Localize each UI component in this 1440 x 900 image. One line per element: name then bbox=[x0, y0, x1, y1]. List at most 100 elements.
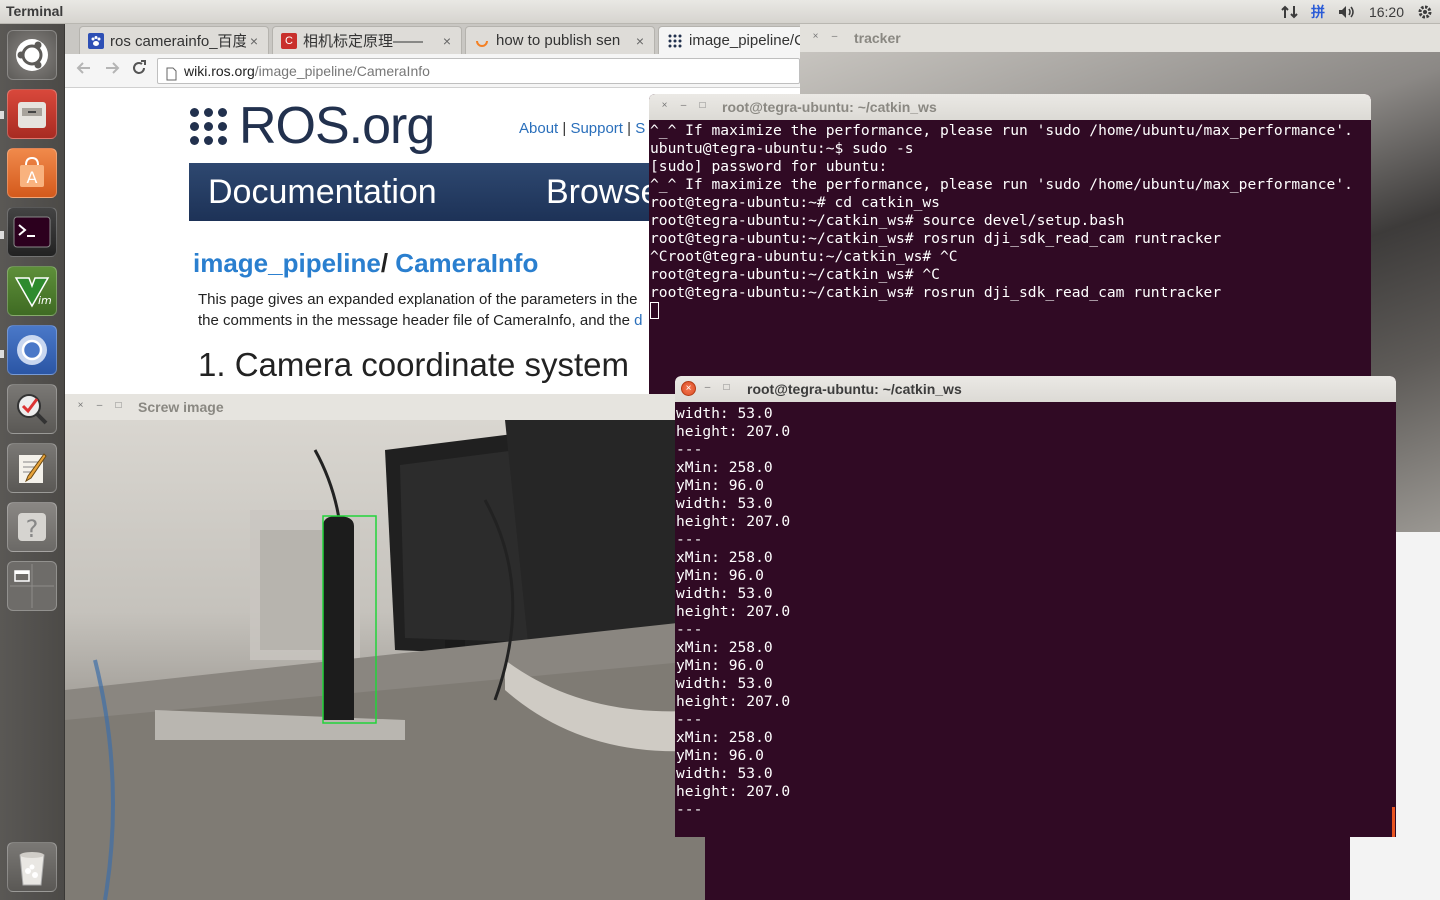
terminal-line: root@tegra-ubuntu:~/catkin_ws# ^C bbox=[650, 266, 940, 283]
close-icon[interactable]: × bbox=[681, 381, 696, 396]
minimize-icon[interactable]: – bbox=[92, 399, 107, 414]
terminal-titlebar[interactable]: × – □ root@tegra-ubuntu: ~/catkin_ws bbox=[649, 94, 1371, 120]
link-separator: | bbox=[622, 120, 636, 137]
tab-strip: ros camerainfo_百度 × C 相机标定原理—— × how to … bbox=[65, 24, 800, 54]
page-info-icon[interactable] bbox=[166, 64, 177, 88]
terminal-line: xMin: 258.0 bbox=[676, 729, 773, 746]
dash-home-button[interactable] bbox=[7, 30, 57, 80]
nav-documentation[interactable]: Documentation bbox=[208, 173, 437, 212]
camera-scene bbox=[65, 420, 705, 900]
reload-icon[interactable] bbox=[128, 60, 150, 82]
running-indicator bbox=[0, 350, 4, 358]
terminal-line: root@tegra-ubuntu:~/catkin_ws# rosrun dj… bbox=[650, 284, 1222, 301]
about-link[interactable]: About bbox=[519, 120, 558, 137]
forward-arrow-icon[interactable] bbox=[101, 60, 123, 82]
terminal-launcher-button[interactable] bbox=[7, 207, 57, 257]
url-host: wiki.ros.org bbox=[184, 63, 255, 79]
ros-logo[interactable]: ROS.org bbox=[190, 97, 435, 155]
support-link[interactable]: Support bbox=[570, 120, 623, 137]
trash-icon bbox=[14, 847, 50, 887]
nav-browse[interactable]: Browse bbox=[546, 173, 659, 212]
workspace-switcher-button[interactable] bbox=[7, 561, 57, 611]
title-link-camerainfo[interactable]: CameraInfo bbox=[395, 248, 538, 278]
terminal-line: --- bbox=[676, 711, 703, 728]
close-icon[interactable]: × bbox=[657, 99, 672, 114]
terminal-line: width: 53.0 bbox=[676, 675, 773, 692]
gear-icon[interactable] bbox=[1416, 3, 1434, 21]
terminal-line: [sudo] password for ubuntu: bbox=[650, 158, 888, 175]
software-center-button[interactable]: A bbox=[7, 148, 57, 198]
terminal-line: root@tegra-ubuntu:~/catkin_ws# rosrun dj… bbox=[650, 230, 1222, 247]
close-icon[interactable]: × bbox=[808, 30, 823, 45]
terminal-titlebar[interactable]: × – □ root@tegra-ubuntu: ~/catkin_ws bbox=[675, 376, 1396, 402]
clock[interactable]: 16:20 bbox=[1369, 4, 1404, 20]
window-title: root@tegra-ubuntu: ~/catkin_ws bbox=[747, 381, 962, 397]
workspace-switcher-icon bbox=[8, 562, 56, 610]
terminal-line: ^Croot@tegra-ubuntu:~/catkin_ws# ^C bbox=[650, 248, 958, 265]
terminal-output[interactable]: ^_^ If maximize the performance, please … bbox=[650, 122, 1371, 320]
minimize-icon[interactable]: – bbox=[700, 381, 715, 396]
close-icon[interactable]: × bbox=[439, 33, 455, 49]
terminal-line: --- bbox=[676, 621, 703, 638]
back-arrow-icon[interactable] bbox=[73, 60, 95, 82]
tab-how-to-publish[interactable]: how to publish sen × bbox=[465, 26, 655, 54]
maximize-icon[interactable]: □ bbox=[695, 99, 710, 114]
url-path: /image_pipeline/CameraInfo bbox=[254, 63, 430, 79]
close-icon[interactable]: × bbox=[632, 33, 648, 49]
truncated-link[interactable]: S bbox=[635, 120, 645, 137]
close-icon[interactable]: × bbox=[73, 399, 88, 414]
terminal-line: --- bbox=[676, 441, 703, 458]
input-method-indicator[interactable]: 拼 bbox=[1311, 2, 1325, 22]
terminal-line: xMin: 258.0 bbox=[676, 459, 773, 476]
terminal-line: root@tegra-ubuntu:~# cd catkin_ws bbox=[650, 194, 940, 211]
minimize-icon[interactable]: – bbox=[676, 99, 691, 114]
ros-dots-icon bbox=[190, 107, 227, 145]
terminal-output[interactable]: width: 53.0 height: 207.0 --- xMin: 258.0 yM… bbox=[676, 405, 1396, 819]
terminal-line: ubuntu@tegra-ubuntu:~$ sudo -s bbox=[650, 140, 914, 157]
indicator-area: 拼 16:20 bbox=[1281, 0, 1434, 24]
csdn-logo-icon: C bbox=[281, 32, 297, 49]
trash-launcher-button[interactable] bbox=[7, 842, 57, 892]
scroll-indicator[interactable] bbox=[1392, 807, 1395, 837]
tab-label: image_pipeline/Ca bbox=[689, 32, 800, 49]
search-app-launcher-button[interactable] bbox=[7, 384, 57, 434]
volume-icon[interactable] bbox=[1337, 4, 1357, 20]
files-launcher-button[interactable] bbox=[7, 89, 57, 139]
terminal-line: height: 207.0 bbox=[676, 603, 791, 620]
help-launcher-button[interactable]: ? bbox=[7, 502, 57, 552]
minimize-icon[interactable]: – bbox=[827, 30, 842, 45]
maximize-icon[interactable]: □ bbox=[111, 399, 126, 414]
network-indicator-icon[interactable] bbox=[1281, 4, 1299, 20]
svg-text:A: A bbox=[27, 168, 38, 187]
tab-label: how to publish sen bbox=[496, 32, 621, 49]
tracker-titlebar[interactable]: × – tracker bbox=[800, 24, 1440, 52]
window-title: root@tegra-ubuntu: ~/catkin_ws bbox=[722, 99, 937, 115]
title-link-image-pipeline[interactable]: image_pipeline bbox=[193, 248, 381, 278]
chromium-launcher-button[interactable] bbox=[7, 325, 57, 375]
terminal-line: yMin: 96.0 bbox=[676, 747, 764, 764]
file-cabinet-icon bbox=[14, 96, 50, 132]
tab-ros-camerainfo[interactable]: ros camerainfo_百度 × bbox=[79, 26, 269, 54]
title-separator: / bbox=[380, 248, 396, 278]
terminal-line: height: 207.0 bbox=[676, 783, 791, 800]
close-icon[interactable]: × bbox=[246, 33, 262, 49]
screw-titlebar[interactable]: × – □ Screw image bbox=[65, 394, 705, 420]
top-panel: Terminal 拼 16:20 bbox=[0, 0, 1440, 24]
terminal-window-front[interactable]: × – □ root@tegra-ubuntu: ~/catkin_ws wid… bbox=[675, 376, 1396, 837]
intro-link[interactable]: d bbox=[634, 312, 642, 329]
launcher: A im ? bbox=[0, 24, 65, 900]
tab-image-pipeline[interactable]: image_pipeline/Ca bbox=[658, 26, 800, 54]
terminal-line: root@tegra-ubuntu:~/catkin_ws# source de… bbox=[650, 212, 1125, 229]
text-editor-launcher-button[interactable] bbox=[7, 443, 57, 493]
terminal-line: height: 207.0 bbox=[676, 423, 791, 440]
vim-launcher-button[interactable]: im bbox=[7, 266, 57, 316]
terminal-line: ^_^ If maximize the performance, please … bbox=[650, 176, 1353, 193]
address-bar[interactable]: wiki.ros.org/image_pipeline/CameraInfo bbox=[157, 58, 800, 84]
maximize-icon[interactable]: □ bbox=[719, 381, 734, 396]
terminal-cursor bbox=[650, 302, 659, 319]
tab-label: 相机标定原理—— bbox=[303, 33, 424, 50]
ros-dots-icon bbox=[667, 33, 683, 49]
svg-text:?: ? bbox=[26, 515, 39, 543]
tab-camera-calibration[interactable]: C 相机标定原理—— × bbox=[272, 26, 462, 54]
page-title: image_pipeline/ CameraInfo bbox=[193, 248, 538, 279]
